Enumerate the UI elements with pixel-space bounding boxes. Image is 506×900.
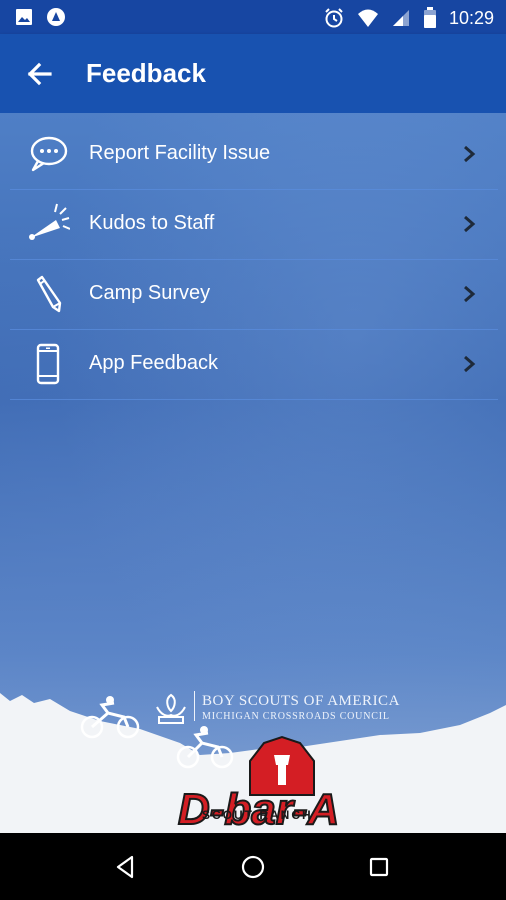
menu-item-label: Camp Survey	[89, 282, 211, 304]
recents-nav-icon	[369, 857, 389, 877]
alarm-icon	[325, 8, 343, 28]
nav-recents-button[interactable]	[363, 851, 395, 883]
page-title: Feedback	[86, 58, 206, 88]
notification-icon	[47, 8, 65, 26]
bsa-title: BOY SCOUTS OF AMERICA	[202, 693, 400, 709]
pencil-icon	[36, 275, 62, 313]
mountain-biker-icon	[176, 726, 234, 769]
back-nav-icon	[116, 855, 134, 879]
smartphone-icon	[36, 343, 60, 385]
megaphone-icon	[29, 203, 70, 240]
chevron-right-icon	[464, 355, 476, 373]
divider	[194, 691, 195, 721]
arrow-back-icon	[27, 62, 52, 86]
bsa-council: MICHIGAN CROSSROADS COUNCIL	[202, 711, 390, 722]
status-time: 10:29	[448, 7, 494, 28]
menu-item-report-facility-issue[interactable]: Report Facility Issue	[10, 120, 498, 190]
menu-item-label: App Feedback	[89, 352, 218, 374]
bsa-council-text: BOY SCOUTS OF AMERICA MICHIGAN CROSSROAD…	[202, 693, 400, 722]
bsa-emblem-logo	[156, 693, 186, 724]
logo-subtitle: SCOUT RANCH	[202, 808, 313, 822]
signal-icon	[392, 10, 409, 26]
image-icon	[16, 9, 32, 25]
navigation-bar	[0, 833, 506, 900]
chevron-right-icon	[464, 145, 476, 163]
chat-bubble-icon	[30, 136, 68, 172]
nav-home-button[interactable]	[237, 851, 269, 883]
menu-item-app-feedback[interactable]: App Feedback	[10, 330, 498, 400]
menu-item-camp-survey[interactable]: Camp Survey	[10, 260, 498, 330]
mountain-biker-icon	[80, 696, 140, 739]
chevron-right-icon	[464, 285, 476, 303]
battery-icon	[423, 7, 436, 28]
menu-item-label: Report Facility Issue	[89, 142, 271, 164]
wifi-icon	[357, 9, 378, 27]
back-button[interactable]	[22, 56, 58, 92]
content-area: Report Facility Issue Kudos to Staff Cam…	[0, 113, 506, 833]
menu-item-kudos-to-staff[interactable]: Kudos to Staff	[10, 190, 498, 260]
chevron-right-icon	[464, 215, 476, 233]
status-bar: 10:29	[0, 0, 506, 34]
menu-item-label: Kudos to Staff	[89, 212, 215, 234]
home-nav-icon	[241, 855, 265, 879]
nav-back-button[interactable]	[110, 851, 142, 883]
app-bar: Feedback	[0, 34, 506, 113]
